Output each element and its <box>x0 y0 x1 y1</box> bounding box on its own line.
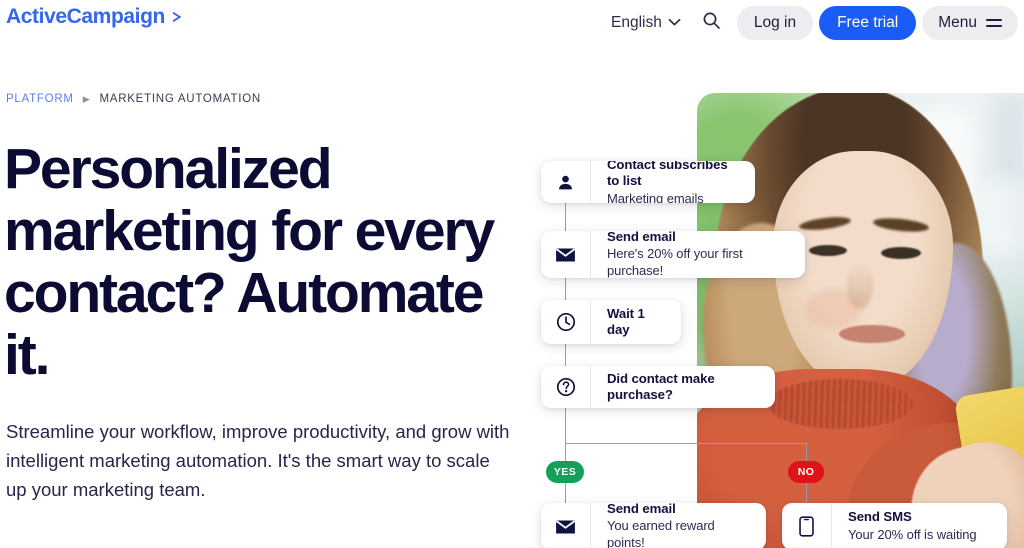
chevron-right-logo-icon <box>170 9 186 25</box>
workflow-node-subtitle: Marketing emails <box>607 190 704 203</box>
envelope-icon <box>541 231 591 278</box>
breadcrumb: PLATFORM ▶ MARKETING AUTOMATION <box>6 93 261 105</box>
photo-collar <box>767 379 913 429</box>
menu-button[interactable]: Menu <box>922 6 1018 40</box>
branch-badge-no: NO <box>788 461 824 483</box>
free-trial-label: Free trial <box>837 14 899 31</box>
photo-bokeh-b <box>981 177 1024 253</box>
page-root: ActiveCampaign English Log in Free trial… <box>0 0 1024 548</box>
chevron-down-icon <box>668 14 681 32</box>
workflow-node-title: Contact subscribes to list <box>607 161 728 189</box>
free-trial-button[interactable]: Free trial <box>819 6 917 40</box>
workflow-node-trigger[interactable]: Contact subscribes to list Marketing ema… <box>541 161 755 203</box>
workflow-node-condition[interactable]: Did contact make purchase? <box>541 366 775 408</box>
workflow-node-send-sms-body: Send SMS Your 20% off is waiting <box>832 503 1007 548</box>
workflow-node-wait-body: Wait 1 day <box>591 300 681 344</box>
workflow-node-title: Send SMS <box>848 509 912 525</box>
connector-split-horizontal <box>565 443 807 445</box>
workflow-node-send-email-1[interactable]: Send email Here's 20% off your first pur… <box>541 231 805 278</box>
photo-eye-left <box>809 245 847 256</box>
photo-lips <box>839 325 905 343</box>
branch-badge-yes: YES <box>546 461 584 483</box>
login-button[interactable]: Log in <box>736 6 814 40</box>
activecampaign-logo[interactable]: ActiveCampaign <box>6 5 186 29</box>
photo-nose <box>847 263 873 309</box>
workflow-node-trigger-body: Contact subscribes to list Marketing ema… <box>591 161 755 203</box>
header-nav-right: English Log in Free trial Menu <box>603 0 1024 46</box>
hero-subheading: Streamline your workflow, improve produc… <box>6 421 510 500</box>
branch-badge-no-label: NO <box>797 466 815 478</box>
workflow-node-title: Send email <box>607 503 676 516</box>
page-title: Personalized marketing for every contact… <box>4 138 504 387</box>
menu-label: Menu <box>938 14 977 31</box>
workflow-node-send-email-1-body: Send email Here's 20% off your first pur… <box>591 231 805 278</box>
workflow-node-send-email-2-body: Send email You earned reward points! <box>591 503 766 548</box>
branch-badge-yes-label: YES <box>553 466 577 478</box>
workflow-node-title: Send email <box>607 231 676 244</box>
login-label: Log in <box>753 14 797 31</box>
search-icon <box>702 11 721 35</box>
phone-icon <box>782 503 832 548</box>
photo-eye-right <box>881 247 921 259</box>
connector-condition-to-split <box>565 408 567 444</box>
workflow-node-title: Wait 1 day <box>607 305 645 338</box>
breadcrumb-item-platform[interactable]: PLATFORM <box>6 93 74 105</box>
person-icon <box>541 161 591 203</box>
clock-icon <box>541 300 591 344</box>
workflow-node-subtitle: Here's 20% off your first purchase! <box>607 246 743 278</box>
workflow-node-title: Did contact make purchase? <box>607 370 715 403</box>
language-label: English <box>610 14 662 31</box>
hamburger-icon <box>986 19 1002 27</box>
language-selector[interactable]: English <box>603 8 689 38</box>
workflow-node-wait[interactable]: Wait 1 day <box>541 300 681 344</box>
logo-wordmark: ActiveCampaign <box>6 5 165 28</box>
breadcrumb-separator-icon: ▶ <box>82 93 91 104</box>
site-header: ActiveCampaign English Log in Free trial… <box>0 0 1024 46</box>
breadcrumb-item-current: MARKETING AUTOMATION <box>99 93 261 105</box>
workflow-node-subtitle: You earned reward points! <box>607 518 715 548</box>
envelope-icon <box>541 503 591 548</box>
workflow-node-send-sms[interactable]: Send SMS Your 20% off is waiting <box>782 503 1007 548</box>
headline-text: Personalized marketing for every contact… <box>4 137 495 388</box>
question-icon <box>541 366 591 408</box>
workflow-node-subtitle: Your 20% off is waiting <box>848 526 977 542</box>
search-button[interactable] <box>695 6 729 40</box>
workflow-node-send-email-2[interactable]: Send email You earned reward points! <box>541 503 766 548</box>
workflow-node-condition-body: Did contact make purchase? <box>591 366 775 408</box>
